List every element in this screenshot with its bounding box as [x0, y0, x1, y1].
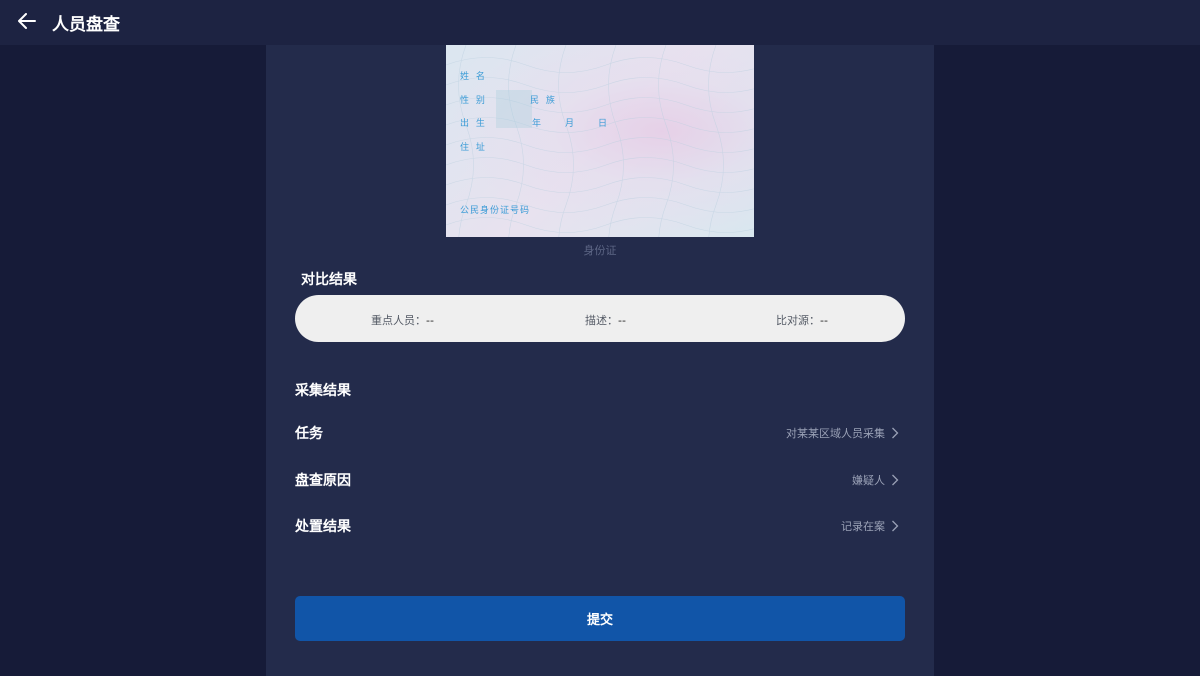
id-field-ethnicity: 民 族: [530, 96, 557, 106]
compare-item-label: 描述：: [585, 314, 618, 327]
main-panel: 姓 名 性 别 民 族 出 生 年 月 日 住 址 公民身份证号码 身份证 对比…: [266, 45, 934, 676]
page-title: 人员盘查: [52, 15, 120, 35]
id-field-month: 月: [565, 119, 577, 129]
task-row[interactable]: 任务 对某某区域人员采集: [295, 421, 899, 445]
compare-item-label: 重点人员：: [371, 314, 426, 327]
id-field-day: 日: [598, 119, 610, 129]
task-value: 对某某区域人员采集: [786, 427, 885, 440]
compare-item-label: 比对源：: [776, 314, 820, 327]
compare-item-source: 比对源：--: [776, 312, 828, 328]
id-field-year: 年: [532, 119, 544, 129]
check-reason-value-group: 嫌疑人: [852, 471, 899, 490]
compare-item-value: --: [820, 314, 828, 327]
top-bar: 人员盘查: [0, 0, 1200, 45]
task-value-group: 对某某区域人员采集: [786, 424, 899, 443]
disposal-result-row[interactable]: 处置结果 记录在案: [295, 514, 899, 538]
disposal-result-label: 处置结果: [295, 519, 351, 535]
arrow-left-icon: [18, 12, 36, 33]
disposal-result-value-group: 记录在案: [841, 517, 899, 536]
id-field-birth: 出 生: [460, 119, 487, 129]
compare-item-value: --: [426, 314, 434, 327]
check-reason-label: 盘查原因: [295, 473, 351, 489]
id-field-id-number: 公民身份证号码: [460, 206, 531, 216]
chevron-right-icon: [891, 517, 899, 536]
compare-result-box: 重点人员：-- 描述：-- 比对源：--: [295, 295, 905, 342]
chevron-right-icon: [891, 424, 899, 443]
back-button[interactable]: [12, 8, 42, 38]
compare-section-title: 对比结果: [301, 272, 357, 288]
id-field-address: 住 址: [460, 143, 487, 153]
task-label: 任务: [295, 426, 323, 442]
check-reason-value: 嫌疑人: [852, 474, 885, 487]
compare-item-value: --: [618, 314, 626, 327]
chevron-right-icon: [891, 471, 899, 490]
id-card-mask: [496, 90, 532, 128]
check-reason-row[interactable]: 盘查原因 嫌疑人: [295, 468, 899, 492]
id-field-name: 姓 名: [460, 72, 487, 82]
submit-button[interactable]: 提交: [295, 596, 905, 641]
id-card-caption: 身份证: [583, 244, 617, 257]
collect-section-title: 采集结果: [295, 383, 351, 399]
id-field-gender: 性 别: [460, 96, 487, 106]
disposal-result-value: 记录在案: [841, 520, 885, 533]
id-card-image: 姓 名 性 别 民 族 出 生 年 月 日 住 址 公民身份证号码: [446, 45, 754, 237]
compare-item-key-person: 重点人员：--: [371, 312, 434, 328]
compare-item-description: 描述：--: [585, 312, 626, 328]
